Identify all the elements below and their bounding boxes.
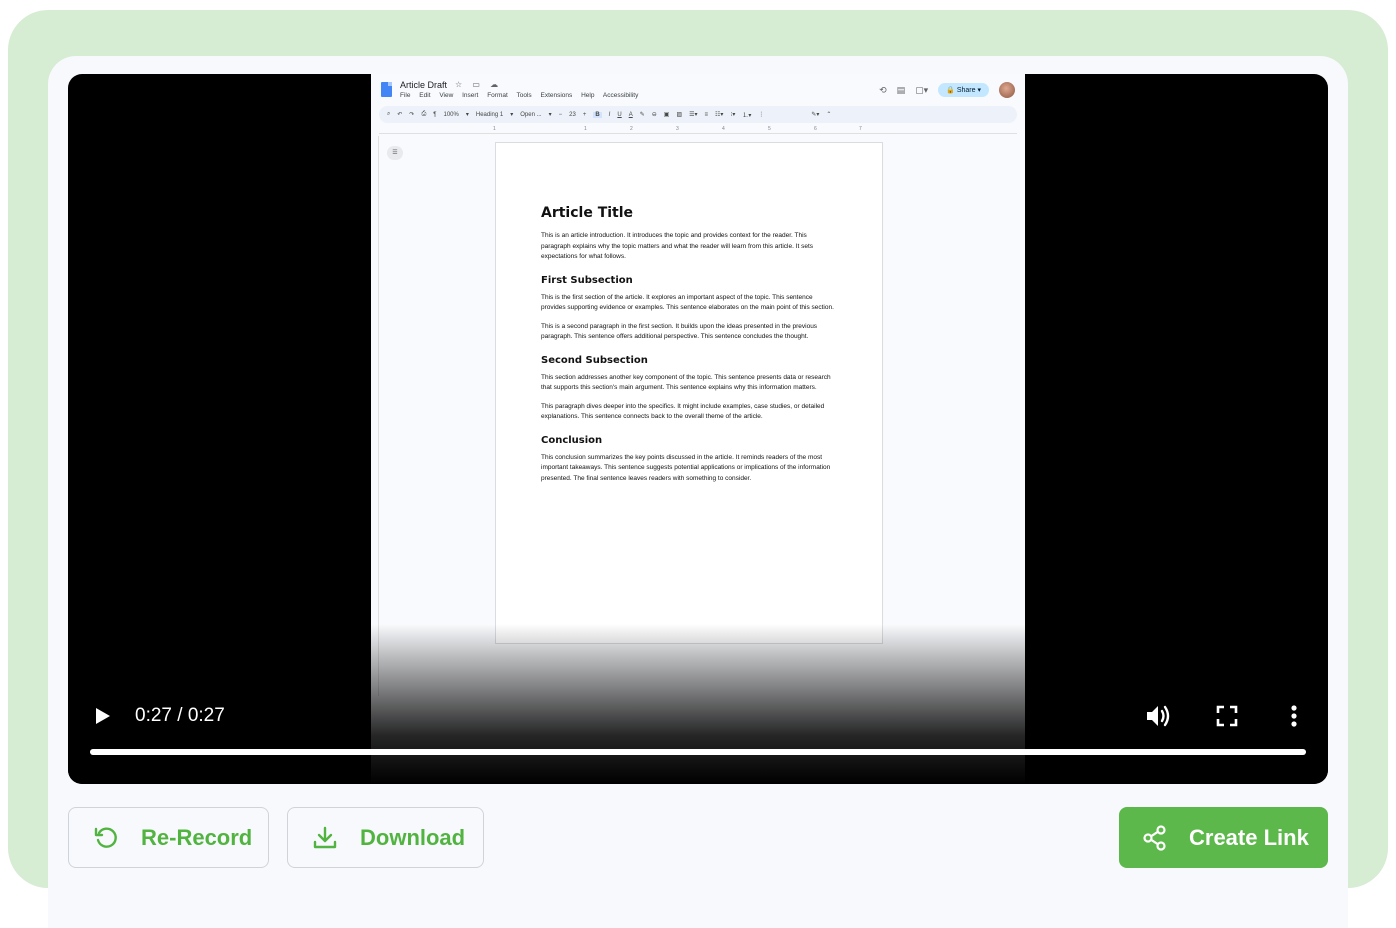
docs-menu-item: Accessibility — [602, 92, 639, 99]
share-icon — [1143, 824, 1166, 851]
print-icon: ⎙ — [421, 111, 427, 117]
volume-icon — [1147, 705, 1170, 727]
fullscreen-button[interactable] — [1214, 704, 1240, 728]
docs-title-bar: Article Draft ☆ ▭ ☁ File Edit View Inser… — [371, 74, 1025, 108]
time-display: 0:27 / 0:27 — [135, 705, 225, 726]
paragraph: This paragraph dives deeper into the spe… — [541, 402, 825, 421]
volume-button[interactable] — [1144, 702, 1174, 730]
docs-header-actions: ⟲ ▤ ▢▾ 🔒 Share ▾ — [879, 80, 1015, 100]
docs-menu-item: Format — [487, 92, 508, 99]
docs-style: Heading 1 — [475, 111, 504, 118]
heading-first-subsection: First Subsection — [541, 274, 633, 286]
docs-zoom: 100% — [443, 111, 459, 118]
heading-second-subsection: Second Subsection — [541, 354, 648, 366]
controls-gradient — [68, 624, 1328, 784]
collapse-icon: ⌃ — [826, 112, 832, 118]
outline-icon: ☰ — [387, 146, 403, 160]
docs-font: Open ... — [520, 111, 542, 118]
paint-format-icon: ¶ — [433, 111, 437, 118]
underline-icon: U — [617, 111, 622, 118]
edit-mode-icon: ✎▾ — [811, 112, 820, 118]
refresh-icon — [94, 826, 117, 848]
video-player[interactable]: Article Draft ☆ ▭ ☁ File Edit View Inser… — [68, 74, 1328, 784]
docs-menu-item: Extensions — [540, 92, 573, 99]
docs-ruler: 1 1 2 3 4 5 6 7 — [379, 126, 1017, 134]
paragraph: This section addresses another key compo… — [541, 373, 831, 392]
paragraph: This is the first section of the article… — [541, 293, 834, 312]
progress-bar[interactable] — [90, 749, 1306, 755]
bullet-list-icon: ⁝▾ — [730, 112, 736, 118]
article-title: Article Title — [541, 205, 634, 221]
play-icon — [96, 708, 110, 724]
download-icon — [313, 826, 337, 848]
paragraph: This is a second paragraph in the first … — [541, 322, 818, 341]
align-icon: ☰▾ — [689, 112, 698, 118]
docs-menu-item: Help — [581, 92, 595, 99]
docs-menu-item: Edit — [419, 92, 431, 99]
play-button[interactable] — [92, 704, 114, 728]
docs-menu-item: Tools — [516, 92, 532, 99]
create-link-label: Create Link — [1189, 824, 1309, 850]
undo-icon: ↶ — [397, 112, 403, 118]
text-color-icon: A — [628, 111, 633, 118]
heading-conclusion: Conclusion — [541, 434, 603, 446]
meet-icon: ▢▾ — [915, 84, 929, 95]
article-intro: This is an article introduction. It intr… — [541, 232, 814, 260]
re-record-label: Re-Record — [141, 824, 253, 850]
line-spacing-icon: ≡ — [704, 111, 709, 118]
docs-title: Article Draft — [400, 80, 448, 90]
checklist-icon: ☷▾ — [715, 112, 724, 118]
search-icon: ⌕ — [387, 111, 391, 117]
highlight-icon: ✎ — [639, 112, 645, 118]
docs-menu-item: File — [400, 92, 411, 99]
comment-icon: ▤ — [896, 84, 906, 95]
comment-add-icon: ▣ — [663, 112, 670, 118]
bold-icon: B — [593, 111, 602, 118]
redo-icon: ↷ — [409, 112, 415, 118]
docs-menu-bar: File Edit View Insert Format Tools Exten… — [400, 92, 645, 99]
re-record-button[interactable]: Re-Record — [68, 807, 269, 868]
docs-menu-item: View — [439, 92, 454, 99]
fullscreen-icon — [1216, 705, 1238, 727]
avatar — [999, 82, 1015, 98]
paragraph: This conclusion summarizes the key point… — [541, 453, 831, 482]
create-link-button[interactable]: Create Link — [1119, 807, 1328, 868]
download-label: Download — [360, 824, 466, 850]
more-options-button[interactable] — [1282, 702, 1306, 730]
docs-menu-item: Insert — [462, 92, 479, 99]
docs-toolbar: ⌕ ↶ ↷ ⎙ ¶ 100% ▾ Heading 1 ▾ Open ... ▾ … — [379, 106, 1017, 123]
link-icon: ⊖ — [651, 112, 657, 118]
docs-logo-icon — [381, 82, 392, 97]
docs-share-button: 🔒 Share ▾ — [938, 83, 989, 97]
numbered-list-icon: ⒈▾ — [742, 113, 752, 119]
more-icon: ⋮ — [758, 112, 765, 118]
docs-font-size: 23 — [569, 111, 576, 118]
download-button[interactable]: Download — [287, 807, 484, 868]
history-icon: ⟲ — [879, 84, 887, 95]
docs-page: Article Title This is an article introdu… — [495, 142, 883, 644]
image-icon: ▨ — [676, 112, 683, 118]
docs-title-icons: ☆ ▭ ☁ — [455, 80, 503, 89]
progress-fill — [90, 749, 1306, 755]
docs-vertical-ruler — [373, 136, 379, 696]
italic-icon: I — [608, 111, 611, 118]
more-vert-icon — [1291, 705, 1297, 727]
